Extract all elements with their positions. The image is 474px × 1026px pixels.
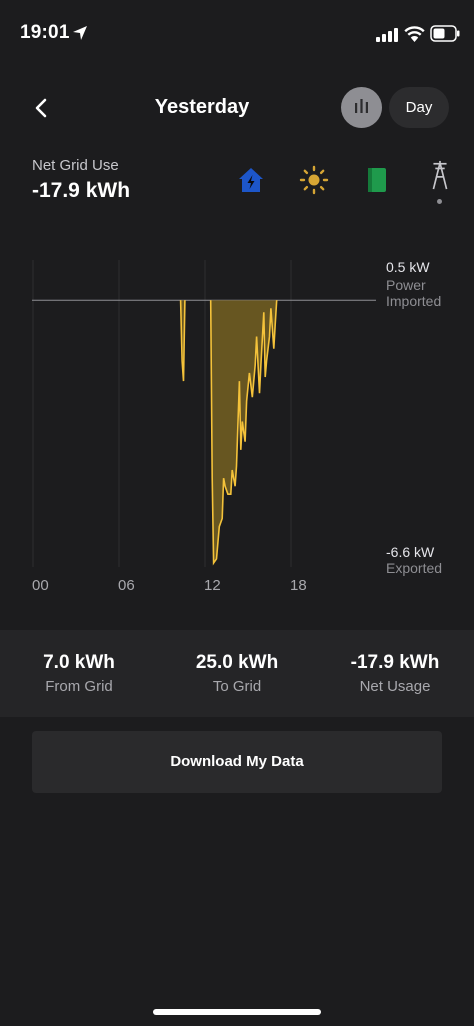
home-indicator[interactable] [153,1009,321,1015]
summary-value: 25.0 kWh [195,652,279,673]
summary-from-grid: 7.0 kWh From Grid [0,652,158,695]
bar-chart-icon [355,99,368,113]
y-top-label-line: Power [386,277,426,293]
cellular-signal-icon [376,28,398,42]
x-tick-label: 18 [290,577,307,594]
location-arrow-icon [73,26,87,40]
grid-tower-icon[interactable] [425,160,455,190]
y-top-label-line: Imported [386,293,442,309]
chart-view-toggle[interactable] [341,87,382,128]
metric-value: -17.9 kWh [32,179,131,202]
summary-label: To Grid [212,678,262,695]
x-tick-label: 00 [32,577,49,594]
wifi-icon [404,26,425,42]
battery-icon [430,25,460,42]
download-data-button[interactable]: Download My Data [32,731,442,793]
summary-value: -17.9 kWh [350,652,440,673]
y-top-value: 0.5 kW [386,259,430,275]
status-time: 19:01 [20,22,70,43]
summary-value: 7.0 kWh [43,652,115,673]
y-top-label: Power Imported [386,277,441,309]
selected-indicator-dot [437,199,442,204]
summary-to-grid: 25.0 kWh To Grid [158,652,316,695]
summary-label: Net Usage [359,678,431,695]
home-icon[interactable] [236,165,266,195]
sun-icon[interactable] [299,165,329,195]
metric-label: Net Grid Use [32,157,119,174]
period-selector-button[interactable]: Day [389,87,449,128]
y-bottom-label: Exported [386,560,443,576]
powerwall-icon[interactable] [362,165,392,195]
y-bottom-value: -6.6 kW [386,544,435,560]
x-tick-label: 06 [118,577,135,594]
x-tick-label: 12 [204,577,221,594]
summary-label: From Grid [45,678,113,695]
summary-net-usage: -17.9 kWh Net Usage [316,652,474,695]
